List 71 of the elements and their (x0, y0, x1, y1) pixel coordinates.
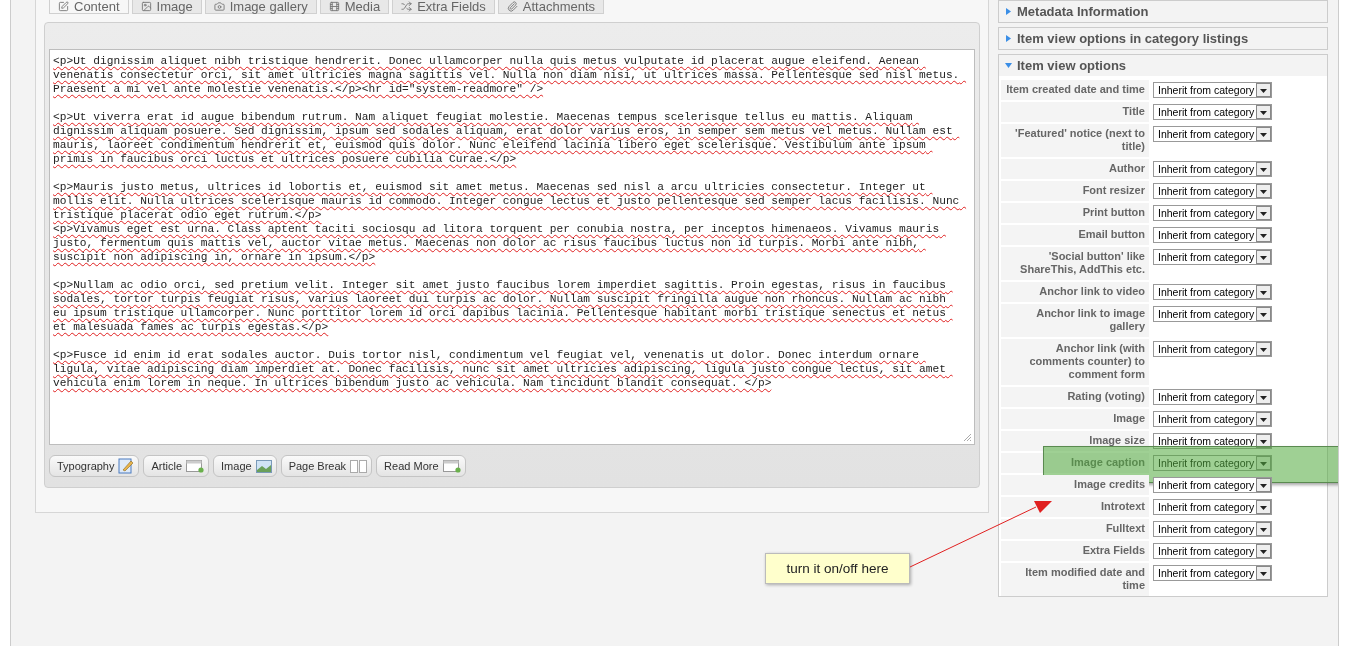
option-label: Title (1001, 102, 1149, 122)
option-select[interactable]: Inherit from category (1153, 183, 1272, 199)
callout-note: turn it on/off here (765, 553, 910, 584)
window-add-icon (186, 459, 205, 473)
image-icon (140, 1, 152, 12)
option-label: Print button (1001, 203, 1149, 223)
caret-down-icon (1005, 62, 1012, 69)
editor-button[interactable]: Typography (49, 455, 140, 477)
arrows-icon (401, 1, 413, 12)
split-page-icon (350, 459, 368, 473)
caret-right-icon (1005, 8, 1012, 15)
caret-right-icon (1005, 35, 1012, 42)
pencil-icon (58, 1, 69, 12)
option-label: 'Social button' like ShareThis, AddThis etc. (1001, 247, 1149, 280)
tab[interactable]: Media (319, 0, 390, 14)
option-label: Font resizer (1001, 181, 1149, 201)
editor-textarea[interactable]: <p>Ut dignissim aliquet nibh tristique hendrerit. Donec ullamcorper nulla quis metus vulputate id placerat augue eleifend. Aenean venenatis consectetur orci, sit amet ultricies magna sagittis vel. Nulla non diam nisi, ut ultrices massa. Pellentesque sed nisl metus. Praesent a mi vel ante molestie venenatis.</p><hr id="system-readmore" /> <p>Ut viverra erat id augue bibendum rutrum. Nam aliquet feugiat molestie. Maecenas tempus scelerisque tellus eu mattis. Aliquam dignissim aliquam posuere. Sed dignissim, ipsum sed sodales aliquam, erat dolor varius eros, in semper sem metus vel metus. Nullam est mauris, laoreet condimentum hendrerit et, euismod quis dolor. Nunc eleifend lacinia libero eget scelerisque. Vestibulum ante ipsum primis in faucibus orci luctus et ultrices posuere cubilia Curae.</p> <p>Mauris justo metus, ultrices id lobortis et, euismod sit amet metus. Maecenas sed nisl a arcu ultricies consectetur. Integer ut mollis elit. Nulla ultrices scelerisque mauris id commodo. Integer congue lectus et justo pellentesque sed semper lacus facilisis. Nunc tristique placerat odio eget rutrum.</p> <p>Vivamus eget est urna. Class aptent taciti sociosqu ad litora torquent per conubia nostra, per inceptos himenaeos. Vivamus mauris justo, fermentum quis mattis vel, auctor vitae metus. Maecenas non dolor ac risus faucibus luctus non id turpis. Morbi ante nibh, suscipit non adipiscing in, ornare in ipsum.</p> <p>Nullam ac odio orci, sed pretium velit. Integer sit amet justo faucibus lorem imperdiet sagittis. Proin egestas, risus in faucibus sodales, tortor turpis feugiat risus, varius laoreet dui turpis ac dolor. Nullam suscipit fringilla augue non rhoncus. Nullam ac nibh eu ipsum tristique ullamcorper. Nunc porttitor lorem id orci dapibus lacinia. Pellentesque habitant morbi tristique senectus et netus et malesuada fames ac turpis egestas.</p> <p>Fusce id enim id erat sodales auctor. Duis tortor nisl, condimentum vel feugiat vel, venenatis ut dolor. Donec interdum ornare ligula, vitae adipiscing diam imperdiet at. Donec facilisis, nunc sit amet ultricies adipiscing, ligula justo congue lectus, sit amet vehicula enim lorem in neque. In ultrices bibendum justo ac vehicula. Nam tincidunt blandit consequat. </p> (49, 49, 975, 445)
option-select[interactable]: Inherit from category (1153, 521, 1272, 537)
option-label: Author (1001, 159, 1149, 179)
tab[interactable]: Image gallery (204, 0, 317, 14)
tab[interactable]: Image (131, 0, 202, 14)
option-select[interactable]: Inherit from category (1153, 499, 1272, 515)
option-label: Image credits (1001, 475, 1149, 495)
paperclip-icon (506, 1, 518, 12)
tab[interactable]: Attachments (497, 0, 605, 14)
option-select[interactable]: Inherit from category (1153, 411, 1272, 427)
film-icon (328, 1, 340, 12)
option-label: Image caption (1001, 453, 1149, 473)
option-label: Anchor link to image gallery (1001, 304, 1149, 337)
option-select[interactable]: Inherit from category (1153, 126, 1272, 142)
resize-grip-icon[interactable] (963, 433, 972, 442)
option-select[interactable]: Inherit from category (1153, 455, 1272, 471)
editor-button[interactable]: Read More (376, 455, 466, 477)
option-label: Item modified date and time (1001, 563, 1149, 596)
option-select[interactable]: Inherit from category (1153, 389, 1272, 405)
option-select[interactable]: Inherit from category (1153, 341, 1272, 357)
option-label: Email button (1001, 225, 1149, 245)
option-label: Fulltext (1001, 519, 1149, 539)
accordion-header[interactable]: Metadata Information (999, 1, 1327, 22)
accordion-header[interactable]: Item view options (999, 55, 1327, 76)
accordion-header[interactable]: Item view options in category listings (999, 28, 1327, 49)
option-label: Rating (voting) (1001, 387, 1149, 407)
pencil-page-icon (118, 458, 135, 474)
editor-button[interactable]: Image (213, 455, 277, 477)
option-select[interactable]: Inherit from category (1153, 284, 1272, 300)
option-select[interactable]: Inherit from category (1153, 565, 1272, 581)
tab[interactable]: Extra Fields (392, 0, 495, 14)
option-label: Anchor link to video (1001, 282, 1149, 302)
option-select[interactable]: Inherit from category (1153, 161, 1272, 177)
option-label: Image size (1001, 431, 1149, 451)
option-select[interactable]: Inherit from category (1153, 306, 1272, 322)
editor-button[interactable]: Page Break (280, 455, 373, 477)
option-label: Introtext (1001, 497, 1149, 517)
window-add-icon (442, 459, 461, 473)
option-label: Anchor link (with comments counter) to comment form (1001, 339, 1149, 385)
option-label: 'Featured' notice (next to title) (1001, 124, 1149, 157)
option-select[interactable]: Inherit from category (1153, 543, 1272, 559)
option-select[interactable]: Inherit from category (1153, 477, 1272, 493)
option-label: Extra Fields (1001, 541, 1149, 561)
option-select[interactable]: Inherit from category (1153, 249, 1272, 265)
camera-icon (213, 1, 225, 12)
option-select[interactable]: Inherit from category (1153, 82, 1272, 98)
editor-button[interactable]: Article (143, 455, 210, 477)
image-icon (255, 459, 272, 473)
tab[interactable]: Content (49, 0, 129, 14)
option-select[interactable]: Inherit from category (1153, 205, 1272, 221)
option-label: Item created date and time (1001, 80, 1149, 100)
option-label: Image (1001, 409, 1149, 429)
option-select[interactable]: Inherit from category (1153, 227, 1272, 243)
option-select[interactable]: Inherit from category (1153, 433, 1272, 449)
option-select[interactable]: Inherit from category (1153, 104, 1272, 120)
